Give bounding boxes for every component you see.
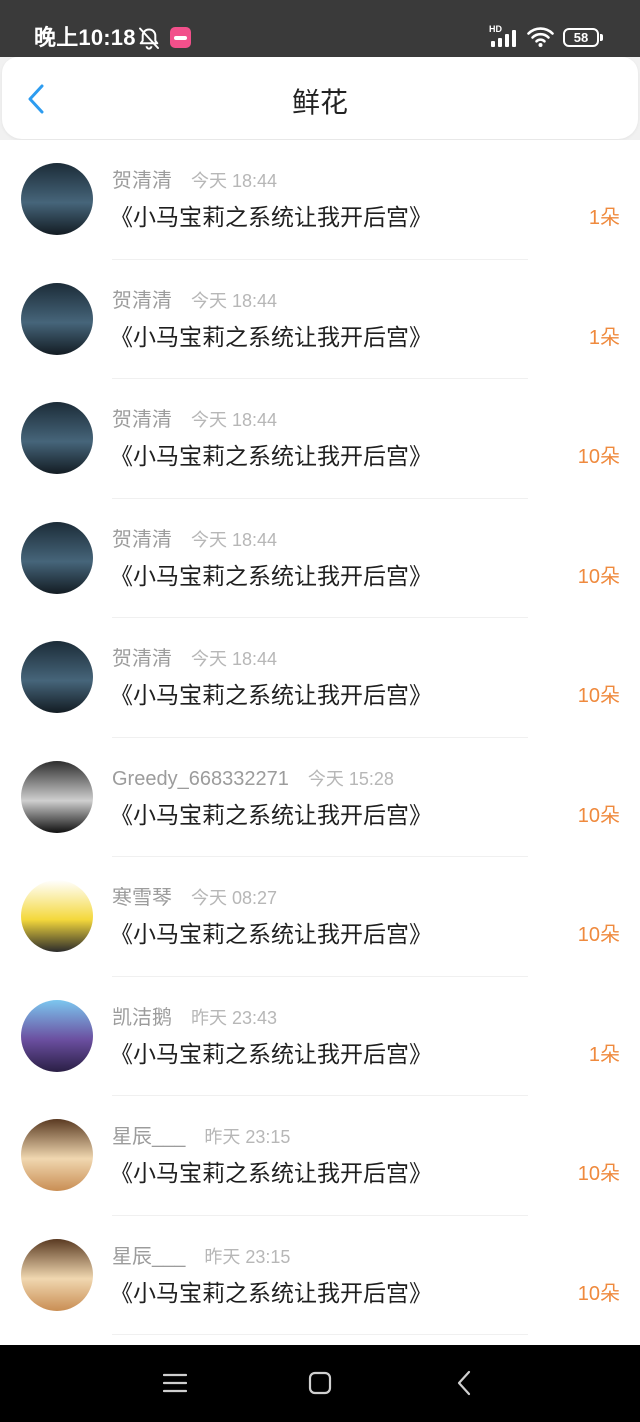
timestamp: 今天 15:28	[307, 768, 394, 789]
timestamp: 昨天 23:43	[191, 1007, 278, 1028]
book-title[interactable]: 《小马宝莉之系统让我开后宫》	[110, 680, 432, 710]
username[interactable]: 寒雪琴	[112, 886, 172, 910]
signal-icon	[491, 30, 516, 47]
item-meta: 贺清清 今天 18:44	[112, 528, 277, 552]
list-item[interactable]: Greedy_668332271 今天 15:28 《小马宝莉之系统让我开后宫》…	[0, 737, 640, 857]
list-item[interactable]: 星辰___ 昨天 23:15 《小马宝莉之系统让我开后宫》 10朵	[0, 1096, 640, 1216]
item-meta: 贺清清 今天 18:44	[112, 408, 277, 432]
book-title[interactable]: 《小马宝莉之系统让我开后宫》	[110, 441, 432, 471]
flower-count: 10朵	[577, 924, 620, 946]
status-time: 晚上10:18	[34, 25, 136, 50]
menu-icon	[163, 1373, 187, 1393]
app-notification-icon	[170, 27, 191, 48]
flower-count: 1朵	[588, 326, 620, 349]
item-meta: Greedy_668332271 今天 15:28	[112, 767, 394, 791]
item-meta: 星辰___ 昨天 23:15	[112, 1245, 290, 1269]
timestamp: 今天 18:44	[191, 649, 278, 669]
avatar[interactable]	[21, 282, 93, 355]
avatar[interactable]	[21, 880, 93, 952]
timestamp: 今天 08:27	[191, 888, 278, 908]
list-item[interactable]: 凯洁鹅 昨天 23:43 《小马宝莉之系统让我开后宫》 1朵	[0, 976, 640, 1096]
battery-level: 58	[573, 30, 589, 45]
book-title[interactable]: 《小马宝莉之系统让我开后宫》	[110, 919, 432, 949]
item-meta: 凯洁鹅 昨天 23:43	[112, 1006, 277, 1030]
avatar[interactable]	[21, 163, 93, 235]
list-item[interactable]: 贺清清 今天 18:44 《小马宝莉之系统让我开后宫》 10朵	[0, 618, 640, 738]
username[interactable]: 凯洁鹅	[112, 1006, 172, 1030]
timestamp: 今天 18:44	[191, 410, 278, 430]
flower-count: 10朵	[577, 565, 620, 588]
flower-count: 1朵	[588, 207, 620, 229]
item-meta: 贺清清 今天 18:44	[112, 169, 277, 193]
avatar[interactable]	[21, 760, 93, 833]
list-item[interactable]: 贺清清 今天 18:44 《小马宝莉之系统让我开后宫》 1朵	[0, 140, 640, 260]
book-title[interactable]: 《小马宝莉之系统让我开后宫》	[110, 561, 432, 591]
username[interactable]: 星辰___	[112, 1245, 185, 1269]
username[interactable]: 星辰___	[112, 1125, 185, 1149]
username[interactable]: 贺清清	[112, 408, 172, 432]
username[interactable]: 贺清清	[112, 289, 172, 313]
flower-list: 贺清清 今天 18:44 《小马宝莉之系统让我开后宫》 1朵 贺清清 今天 18…	[0, 140, 640, 1335]
flower-count: 10朵	[577, 446, 620, 468]
flower-count: 10朵	[577, 804, 620, 827]
timestamp: 昨天 23:15	[204, 1246, 291, 1267]
book-title[interactable]: 《小马宝莉之系统让我开后宫》	[110, 1278, 432, 1308]
flower-count: 10朵	[577, 685, 620, 707]
page-title: 鲜花	[291, 87, 348, 118]
back-nav-button[interactable]	[442, 1363, 486, 1403]
timestamp: 今天 18:44	[191, 529, 278, 550]
book-title[interactable]: 《小马宝莉之系统让我开后宫》	[110, 322, 432, 352]
system-nav-bar	[0, 1345, 640, 1422]
battery-icon: 58	[563, 28, 599, 47]
menu-button[interactable]	[153, 1363, 197, 1403]
mute-icon	[139, 27, 159, 50]
flower-count: 1朵	[588, 1043, 620, 1066]
avatar[interactable]	[21, 521, 93, 594]
item-meta: 寒雪琴 今天 08:27	[112, 886, 277, 910]
status-bar: 晚上10:18 HD 58	[0, 0, 640, 57]
battery-nub	[600, 34, 603, 41]
divider	[112, 1334, 528, 1335]
book-title[interactable]: 《小马宝莉之系统让我开后宫》	[110, 1039, 432, 1069]
timestamp: 今天 18:44	[191, 171, 278, 191]
list-item[interactable]: 寒雪琴 今天 08:27 《小马宝莉之系统让我开后宫》 10朵	[0, 857, 640, 977]
avatar[interactable]	[21, 1238, 93, 1311]
book-title[interactable]: 《小马宝莉之系统让我开后宫》	[110, 800, 432, 830]
username[interactable]: Greedy_668332271	[112, 767, 289, 791]
avatar[interactable]	[21, 402, 93, 474]
username[interactable]: 贺清清	[112, 528, 172, 552]
item-meta: 贺清清 今天 18:44	[112, 647, 277, 671]
username[interactable]: 贺清清	[112, 647, 172, 671]
timestamp: 昨天 23:15	[204, 1127, 291, 1147]
flower-count: 10朵	[577, 1163, 620, 1185]
list-item[interactable]: 贺清清 今天 18:44 《小马宝莉之系统让我开后宫》 10朵	[0, 379, 640, 499]
flower-count: 10朵	[577, 1282, 620, 1305]
avatar[interactable]	[21, 999, 93, 1072]
item-meta: 星辰___ 昨天 23:15	[112, 1125, 290, 1149]
home-icon	[308, 1371, 332, 1395]
book-title[interactable]: 《小马宝莉之系统让我开后宫》	[110, 1158, 432, 1188]
list-item[interactable]: 贺清清 今天 18:44 《小马宝莉之系统让我开后宫》 1朵	[0, 259, 640, 379]
wifi-icon	[527, 27, 554, 47]
header: 鲜花	[2, 57, 638, 139]
back-icon	[457, 1370, 471, 1396]
avatar[interactable]	[21, 1119, 93, 1191]
timestamp: 今天 18:44	[191, 290, 278, 311]
avatar[interactable]	[21, 641, 93, 713]
home-button[interactable]	[298, 1363, 342, 1403]
list-item[interactable]: 星辰___ 昨天 23:15 《小马宝莉之系统让我开后宫》 10朵	[0, 1215, 640, 1335]
book-title[interactable]: 《小马宝莉之系统让我开后宫》	[110, 202, 432, 232]
item-meta: 贺清清 今天 18:44	[112, 289, 277, 313]
username[interactable]: 贺清清	[112, 169, 172, 193]
list-item[interactable]: 贺清清 今天 18:44 《小马宝莉之系统让我开后宫》 10朵	[0, 498, 640, 618]
